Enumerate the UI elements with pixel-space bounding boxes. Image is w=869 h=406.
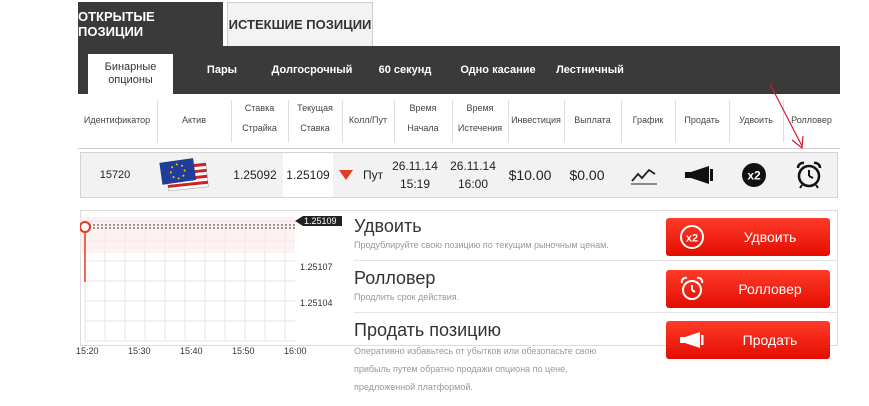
current-price: 1.25109 [283,153,333,197]
rollover-desc: Продлить срок действия. [354,292,460,302]
subtab-one-touch[interactable]: Одно касание [454,46,542,94]
option-type-nav: Бинарные опционы Пары Долгосрочный 60 се… [78,46,840,94]
col-current-header: Текущая Ставка [297,103,333,133]
x-tick: 15:20 [76,346,99,356]
down-arrow-icon [338,152,354,198]
subtab-ladder[interactable]: Лестничный [550,46,630,94]
megaphone-icon[interactable] [680,152,718,198]
sell-title: Продать позицию [354,320,502,340]
col-callput-header: Колл/Пут [348,115,388,125]
x-tick: 15:40 [180,346,203,356]
megaphone-icon [680,332,704,348]
alarm-clock-icon [680,276,704,300]
current-price-label: 1.25109 [304,216,337,226]
x-tick: 15:50 [232,346,255,356]
sell-desc-line1: Оперативно избавьтесь от убытков или обе… [354,346,597,356]
y-tick: 1.25104 [300,298,333,308]
us-eu-flag-icon [158,152,214,198]
col-sell-header: Продать [684,115,720,125]
tab-open-positions[interactable]: ОТКРЫТЫЕ ПОЗИЦИИ [78,2,223,46]
annotation-arrow [769,83,804,150]
double-x2-icon: x2 [680,225,704,249]
x-tick: 16:00 [284,346,307,356]
start-time: 26.11.14 15:19 [392,159,438,191]
price-chart [80,216,342,342]
svg-text:x2: x2 [686,233,698,245]
col-id-header: Идентификатор [83,115,151,125]
subtab-60sec[interactable]: 60 секунд [370,46,440,94]
direction-label: Пут [362,168,384,182]
double-desc: Продублируйте свою позицию по текущим ры… [354,240,609,250]
strike-price: 1.25092 [233,168,277,182]
chart-icon[interactable] [625,152,663,198]
double-button[interactable]: x2 Удвоить [666,218,830,256]
double-title: Удвоить [354,216,422,236]
investment-value: $10.00 [508,167,552,183]
col-investment-header: Инвестиция [511,115,561,125]
y-tick: 1.25107 [300,262,333,272]
subtab-longterm[interactable]: Долгосрочный [266,46,358,94]
subtab-binary[interactable]: Бинарные опционы [88,54,173,94]
payout-value: $0.00 [569,167,605,183]
sell-desc-line3: предложенной платформой. [354,382,473,392]
col-chart-header: График [632,115,664,125]
double-x2-icon[interactable]: x2 [736,152,772,198]
alarm-clock-icon[interactable] [790,152,828,198]
col-asset-header: Актив [182,115,206,125]
sell-button[interactable]: Продать [666,321,830,359]
x-tick: 15:30 [128,346,151,356]
col-expiry-header: Время Истечения [457,103,503,133]
rollover-button[interactable]: Ролловер [666,270,830,308]
tab-expired-positions[interactable]: ИСТЕКШИЕ ПОЗИЦИИ [227,2,373,46]
expiry-time: 26.11.14 16:00 [450,159,496,191]
col-payout-header: Выплата [574,115,611,125]
svg-text:x2: x2 [747,169,761,183]
rollover-title: Ролловер [354,268,436,288]
sell-desc-line2: прибыль путем обратно продажи опциона по… [354,364,568,374]
col-strike-header: Ставка Страйка [242,103,277,133]
position-id: 15720 [99,169,131,181]
col-start-header: Время Начала [407,103,439,133]
subtab-pairs[interactable]: Пары [193,46,251,94]
